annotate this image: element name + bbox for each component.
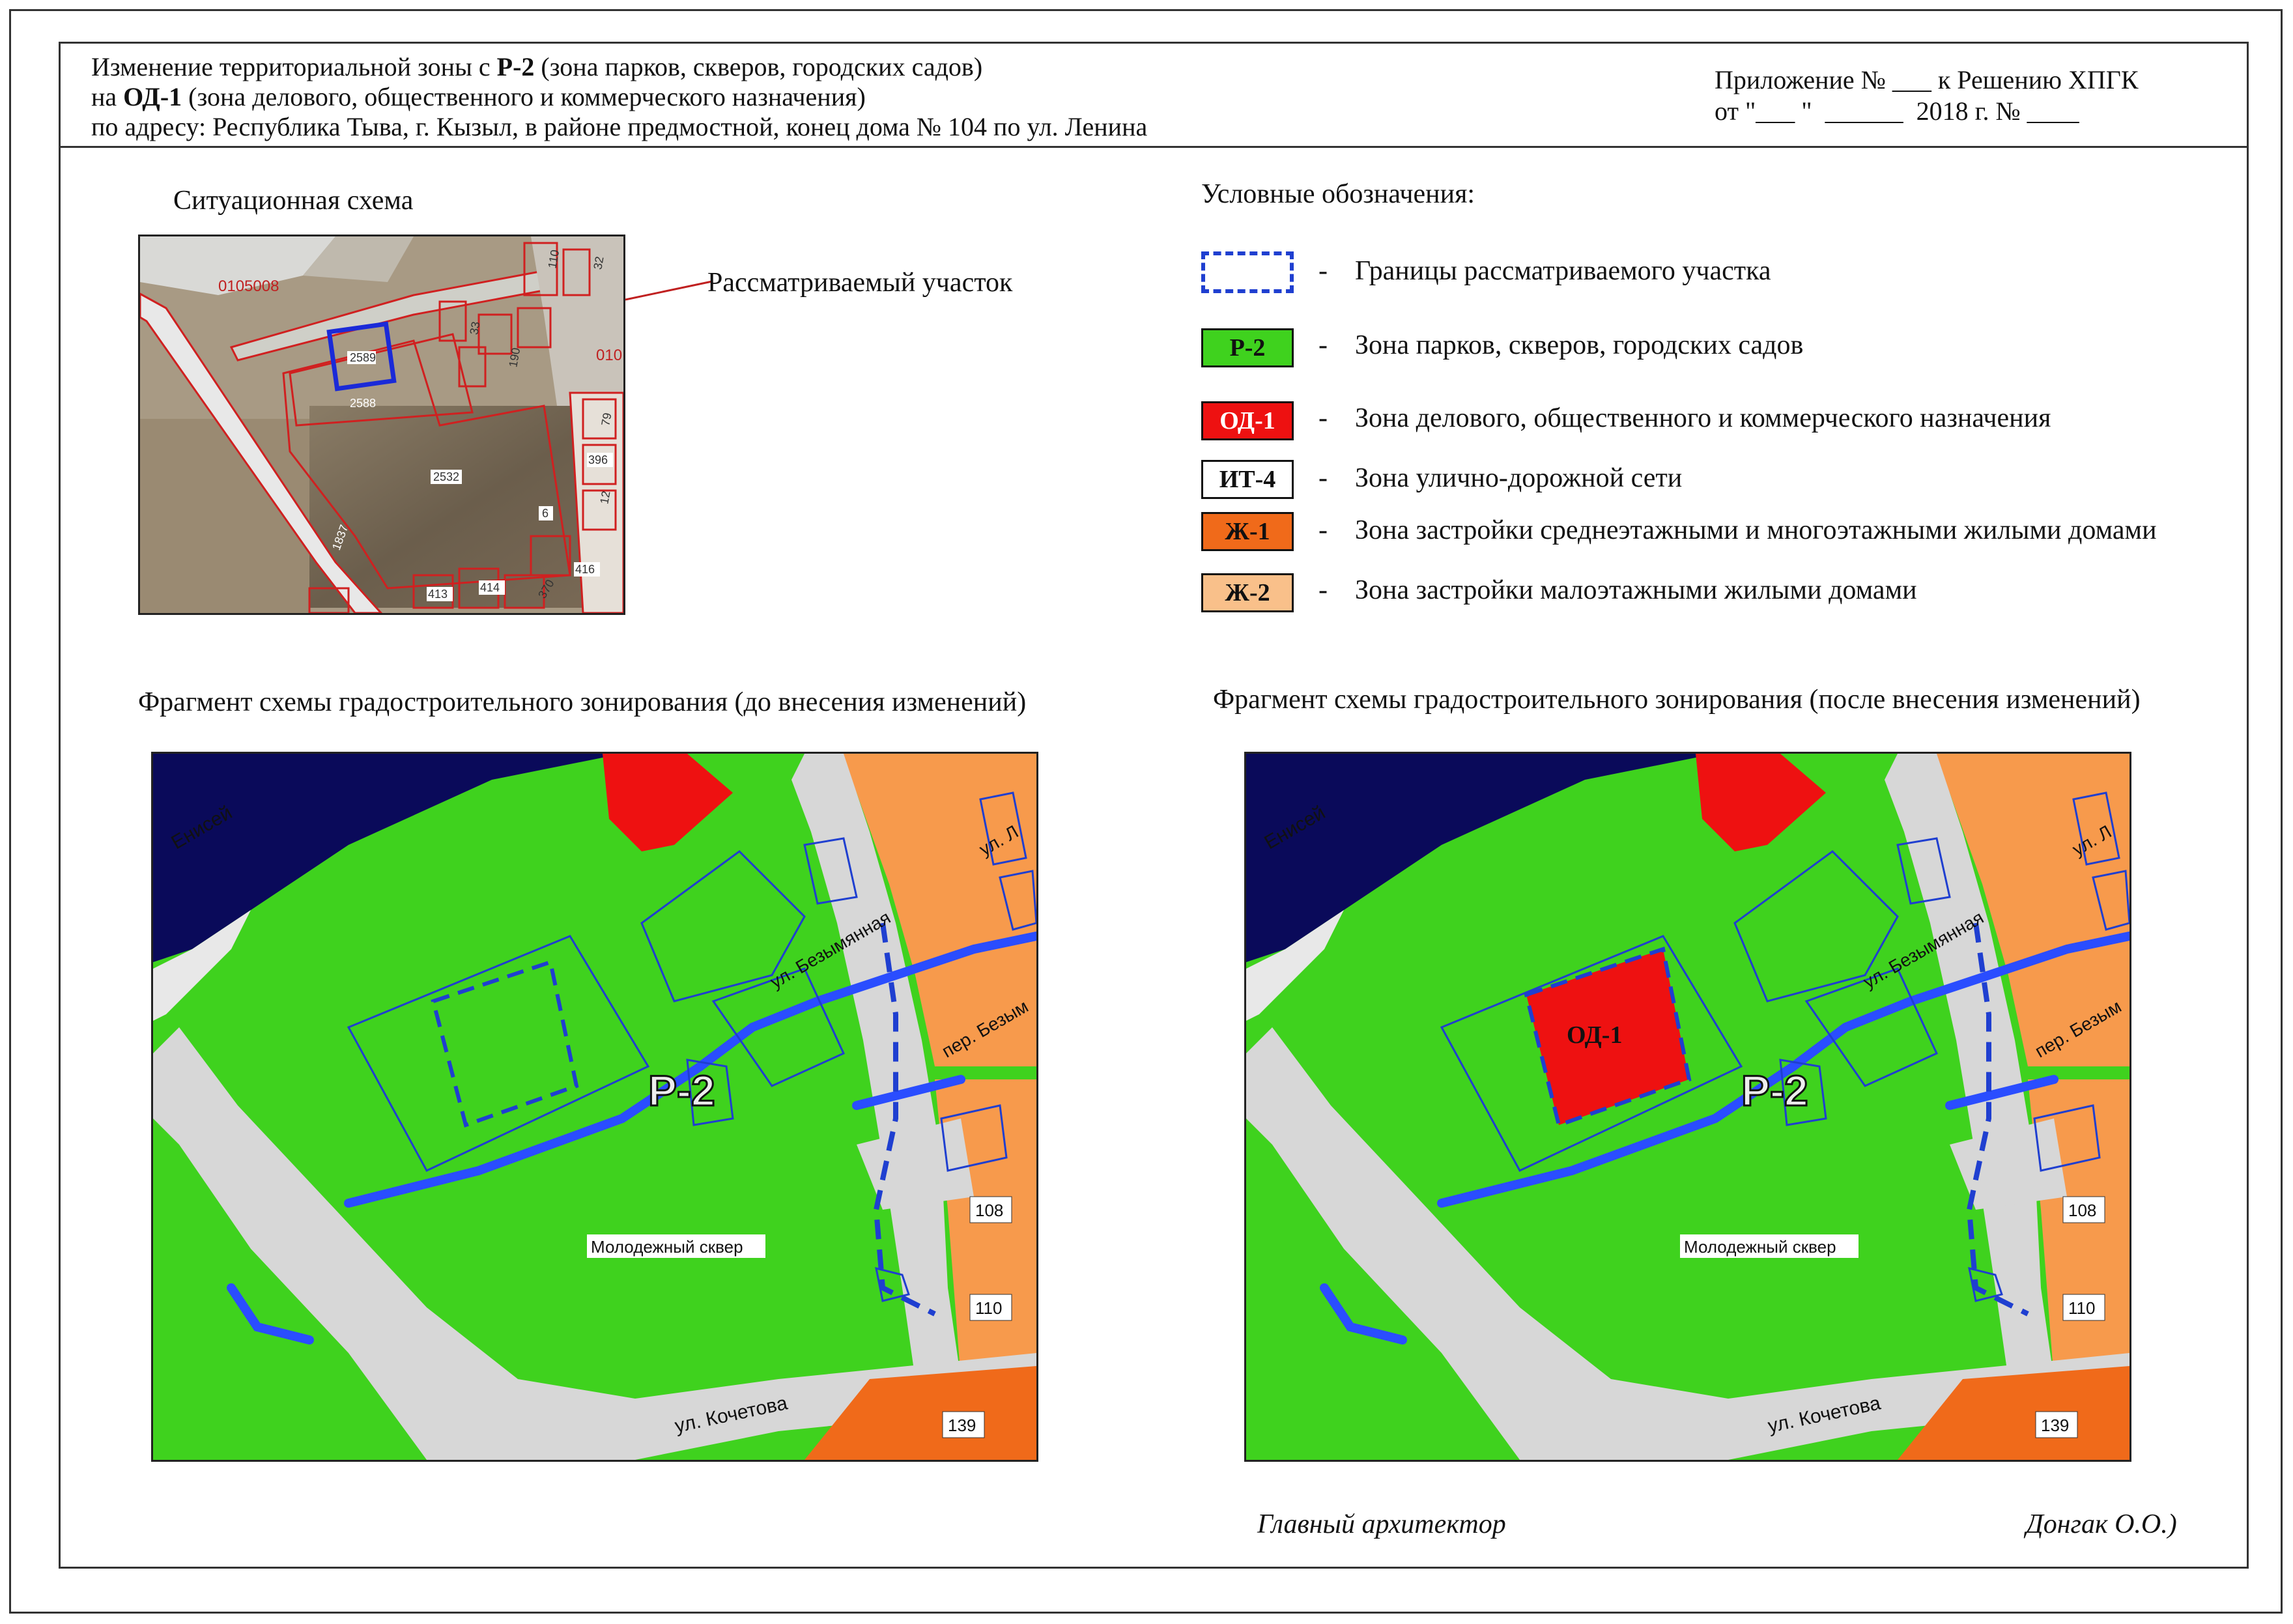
label-block-short: 010 bbox=[596, 347, 622, 364]
signature-name: Донгак О.О.) bbox=[2026, 1509, 2177, 1539]
zone-label-r2: Р-2 bbox=[648, 1066, 715, 1115]
legend-dash: - bbox=[1318, 463, 1328, 493]
legend-swatch-zh1: Ж-1 bbox=[1201, 512, 1294, 551]
signature-position: Главный архитектор bbox=[1257, 1509, 1506, 1539]
zone-label-od1: ОД-1 bbox=[1567, 1021, 1622, 1049]
header-line-2: на ОД-1 (зона делового, общественного и … bbox=[91, 82, 866, 111]
house-139: 139 bbox=[948, 1416, 976, 1435]
label-cadastral-block: 0105008 bbox=[218, 278, 279, 295]
label-79: 79 bbox=[599, 412, 614, 427]
legend-dash: - bbox=[1318, 575, 1328, 605]
situation-map-svg: 0105008 010 2589 2588 2532 1837 416 413 … bbox=[140, 236, 623, 613]
situation-title: Ситуационная схема bbox=[173, 186, 414, 216]
label-416: 416 bbox=[575, 563, 595, 576]
header-line-3: по адресу: Республика Тыва, г. Кызыл, в … bbox=[91, 112, 1148, 141]
header-line-1: Изменение территориальной зоны с Р-2 (зо… bbox=[91, 52, 983, 81]
house-108: 108 bbox=[975, 1201, 1003, 1220]
header-divider bbox=[59, 146, 2249, 148]
house-108: 108 bbox=[2068, 1201, 2096, 1220]
legend-text-boundary: Границы рассматриваемого участка bbox=[1355, 256, 1771, 286]
label-396: 396 bbox=[588, 453, 608, 466]
legend-swatch-it4: ИТ-4 bbox=[1201, 460, 1294, 499]
label-33: 33 bbox=[467, 321, 482, 335]
pointer-label: Рассматриваемый участок bbox=[707, 268, 1013, 298]
legend-dash: - bbox=[1318, 330, 1328, 360]
legend-swatch-zh2: Ж-2 bbox=[1201, 573, 1294, 612]
label-32: 32 bbox=[591, 255, 606, 270]
legend-title: Условные обозначения: bbox=[1201, 179, 1475, 209]
legend-text-od1: Зона делового, общественного и коммерчес… bbox=[1355, 403, 2051, 433]
legend-text-it4: Зона улично-дорожной сети bbox=[1355, 463, 1683, 493]
house-139: 139 bbox=[2041, 1416, 2069, 1435]
square-name: Молодежный сквер bbox=[1684, 1237, 1836, 1257]
zoning-map-before: Енисей ул. Безымянная пер. Безым ул. Л у… bbox=[151, 752, 1038, 1462]
label-2532: 2532 bbox=[433, 470, 459, 483]
legend-dash: - bbox=[1318, 256, 1328, 286]
zone-label-r2: Р-2 bbox=[1741, 1066, 1808, 1115]
house-110: 110 bbox=[975, 1298, 1002, 1318]
legend-swatch-r2: Р-2 bbox=[1201, 328, 1294, 367]
house-110: 110 bbox=[2068, 1298, 2095, 1318]
legend-text-zh1: Зона застройки среднеэтажными и многоэта… bbox=[1355, 515, 2157, 545]
map-after-title: Фрагмент схемы градостроительного зониро… bbox=[1213, 685, 2141, 715]
legend-dash: - bbox=[1318, 403, 1328, 433]
legend-swatch-od1: ОД-1 bbox=[1201, 401, 1294, 440]
label-2588: 2588 bbox=[350, 397, 376, 410]
legend-boundary-swatch bbox=[1201, 251, 1294, 293]
label-2589: 2589 bbox=[350, 351, 376, 364]
appendix-line-2: от "___ " ______ 2018 г. № ____ bbox=[1715, 96, 2079, 126]
situation-map: 0105008 010 2589 2588 2532 1837 416 413 … bbox=[138, 235, 625, 615]
appendix-line-1: Приложение № ___ к Решению ХПГК bbox=[1715, 65, 2139, 94]
label-6: 6 bbox=[542, 507, 548, 520]
legend-text-r2: Зона парков, скверов, городских садов bbox=[1355, 330, 1804, 360]
label-414: 414 bbox=[480, 581, 500, 594]
square-name: Молодежный сквер bbox=[591, 1237, 743, 1257]
legend-text-zh2: Зона застройки малоэтажными жилыми домам… bbox=[1355, 575, 1917, 605]
zoning-map-after-svg: ОД-1 Енисей ул. Безымянная пер. Безым ул… bbox=[1246, 754, 2129, 1460]
legend-dash: - bbox=[1318, 515, 1328, 545]
label-12: 12 bbox=[597, 490, 612, 505]
pointer-line bbox=[625, 280, 713, 301]
map-before-title: Фрагмент схемы градостроительного зониро… bbox=[138, 687, 1027, 717]
zoning-map-after: ОД-1 Енисей ул. Безымянная пер. Безым ул… bbox=[1244, 752, 2131, 1462]
label-413: 413 bbox=[428, 588, 448, 601]
zoning-map-before-svg: Енисей ул. Безымянная пер. Безым ул. Л у… bbox=[153, 754, 1036, 1460]
